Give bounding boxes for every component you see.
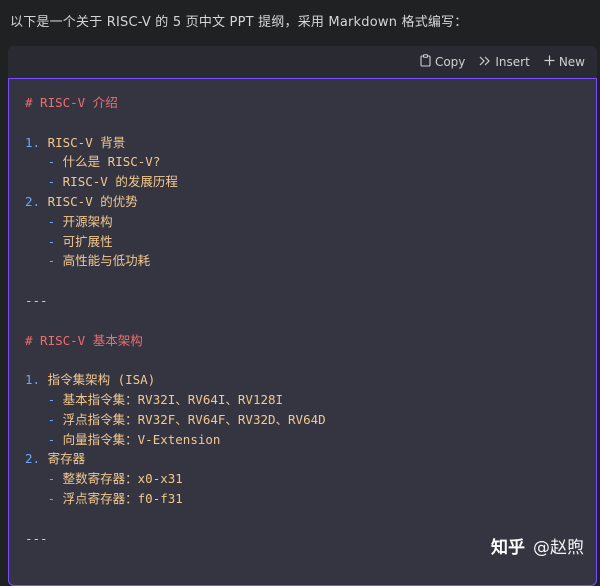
line-text: 整数寄存器：x0-x31: [62, 471, 183, 487]
code-line: - RISC-V 的发展历程: [25, 172, 326, 192]
line-text: 浮点寄存器：f0-f31: [62, 490, 183, 506]
code-line: - 高性能与低功耗: [25, 251, 326, 271]
intro-text: 以下是一个关于 RISC-V 的 5 页中文 PPT 提纲，采用 Markdow…: [10, 15, 468, 30]
clipboard-icon: [420, 54, 431, 70]
line-text: 寄存器: [47, 451, 86, 467]
code-line: - 向量指令集：V-Extension: [25, 430, 326, 450]
code-line: ---: [25, 291, 326, 311]
watermark: 知乎 @赵煦: [491, 533, 584, 558]
new-label: New: [558, 55, 585, 69]
code-line: 2. 寄存器: [25, 449, 326, 469]
list-bullet: -: [25, 213, 63, 229]
list-bullet: -: [25, 233, 63, 249]
code-line: - 什么是 RISC-V?: [25, 152, 326, 172]
line-text: 浮点指令集：RV32F、RV64F、RV32D、RV64D: [62, 411, 326, 427]
markdown-heading: # RISC-V 基本架构: [25, 332, 143, 348]
code-editor[interactable]: # RISC-V 介绍 1. RISC-V 背景 - 什么是 RISC-V? - …: [8, 78, 597, 586]
list-bullet: -: [25, 154, 63, 170]
line-text: 高性能与低功耗: [62, 253, 151, 269]
list-bullet: -: [25, 471, 63, 487]
list-number: 1.: [25, 134, 48, 150]
code-toolbar: Copy Insert New: [8, 46, 597, 78]
code-line: 1. 指令集架构 (ISA): [25, 370, 326, 390]
list-bullet: -: [25, 490, 63, 506]
code-line: - 开源架构: [25, 212, 326, 232]
code-line: 1. RISC-V 背景: [25, 133, 326, 153]
code-line: - 浮点指令集：RV32F、RV64F、RV32D、RV64D: [25, 410, 326, 430]
line-text: 向量指令集：V-Extension: [62, 431, 221, 447]
code-block: Copy Insert New # RISC-V 介绍 1. RISC-V 背景 …: [8, 46, 597, 586]
code-line: 2. RISC-V 的优势: [25, 192, 326, 212]
code-line: ---: [25, 529, 326, 549]
line-text: RISC-V 的优势: [47, 193, 138, 209]
double-chevron-right-icon: [479, 55, 491, 69]
code-line: - 基本指令集：RV32I、RV64I、RV128I: [25, 390, 326, 410]
list-bullet: -: [25, 391, 63, 407]
code-line: # RISC-V 介绍: [25, 93, 326, 113]
code-line: - 整数寄存器：x0-x31: [25, 469, 326, 489]
line-text: 什么是 RISC-V?: [62, 154, 161, 170]
list-number: 2.: [25, 451, 48, 467]
line-text: 指令集架构 (ISA): [47, 372, 156, 388]
code-line: - 浮点寄存器：f0-f31: [25, 489, 326, 509]
code-line: - 可扩展性: [25, 232, 326, 252]
code-lines: # RISC-V 介绍 1. RISC-V 背景 - 什么是 RISC-V? - …: [25, 93, 326, 548]
line-text: 开源架构: [62, 213, 113, 229]
line-text: RISC-V 的发展历程: [62, 174, 178, 190]
author-handle: @赵煦: [533, 538, 584, 558]
horizontal-rule: ---: [25, 292, 48, 308]
zhihu-logo: 知乎: [491, 538, 525, 558]
list-bullet: -: [25, 253, 63, 269]
line-text: 可扩展性: [62, 233, 113, 249]
copy-button[interactable]: Copy: [420, 54, 465, 70]
insert-button[interactable]: Insert: [479, 55, 530, 69]
list-number: 1.: [25, 372, 48, 388]
list-bullet: -: [25, 431, 63, 447]
horizontal-rule: ---: [25, 530, 48, 546]
list-bullet: -: [25, 411, 63, 427]
line-text: RISC-V 背景: [47, 134, 126, 150]
plus-icon: [544, 55, 555, 69]
line-text: 基本指令集：RV32I、RV64I、RV128I: [62, 391, 284, 407]
list-number: 2.: [25, 193, 48, 209]
code-line: # RISC-V 基本架构: [25, 331, 326, 351]
copy-label: Copy: [434, 55, 466, 69]
new-button[interactable]: New: [544, 55, 585, 69]
markdown-heading: # RISC-V 介绍: [25, 95, 118, 110]
list-bullet: -: [25, 174, 63, 190]
insert-label: Insert: [495, 55, 530, 69]
